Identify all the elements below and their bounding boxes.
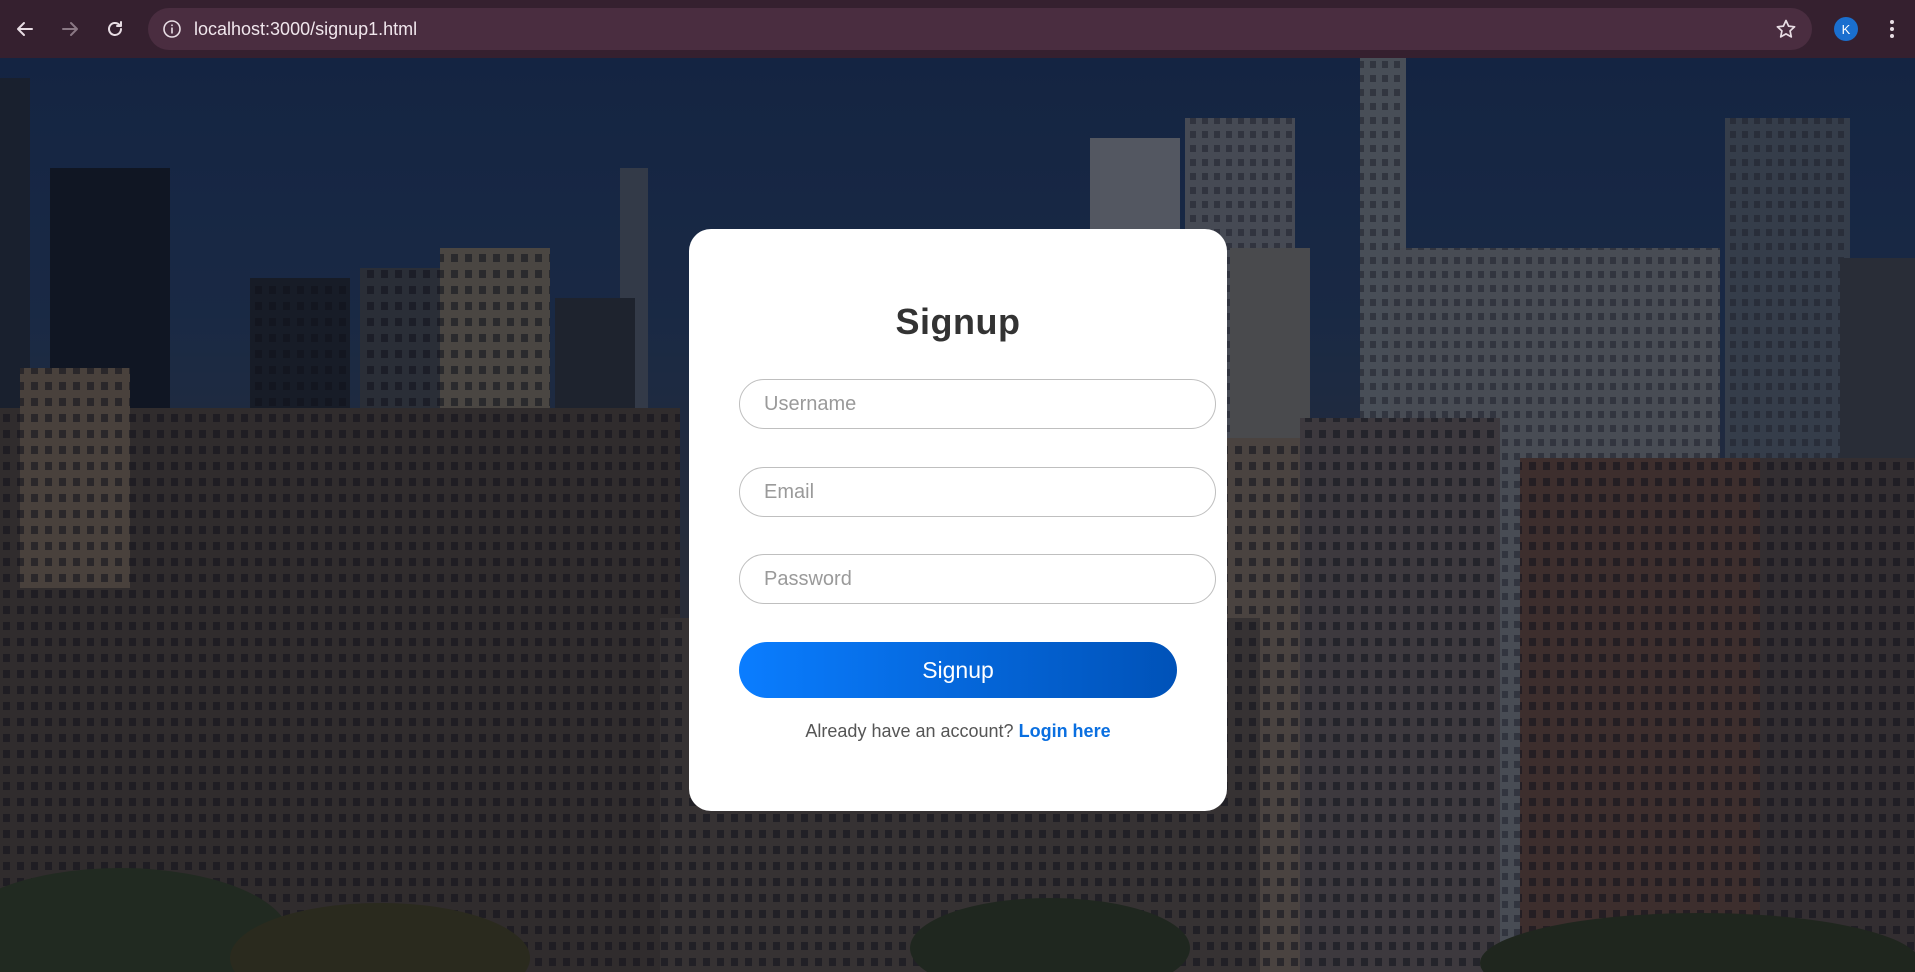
forward-button[interactable] bbox=[55, 14, 85, 44]
back-button[interactable] bbox=[10, 14, 40, 44]
forward-arrow-icon bbox=[62, 22, 78, 36]
browser-toolbar: localhost:3000/signup1.html K bbox=[0, 0, 1915, 58]
address-bar[interactable]: localhost:3000/signup1.html bbox=[148, 8, 1812, 50]
site-info-icon[interactable] bbox=[160, 17, 184, 41]
login-link[interactable]: Login here bbox=[1019, 721, 1111, 741]
more-menu-icon[interactable] bbox=[1880, 17, 1904, 41]
bookmark-star-icon[interactable] bbox=[1774, 17, 1798, 41]
profile-avatar[interactable]: K bbox=[1834, 17, 1858, 41]
url-text[interactable]: localhost:3000/signup1.html bbox=[194, 19, 417, 40]
reload-icon bbox=[108, 21, 122, 36]
reload-button[interactable] bbox=[100, 14, 130, 44]
login-prompt: Already have an account? Login here bbox=[689, 721, 1227, 742]
signup-title: Signup bbox=[895, 301, 1021, 342]
username-input[interactable] bbox=[739, 379, 1216, 429]
password-input[interactable] bbox=[739, 554, 1216, 604]
signup-button[interactable]: Signup bbox=[739, 642, 1177, 698]
email-input[interactable] bbox=[739, 467, 1216, 517]
back-arrow-icon bbox=[17, 22, 33, 36]
login-prompt-text: Already have an account? bbox=[805, 721, 1014, 741]
signup-card: Signup Signup Already have an account? L… bbox=[689, 229, 1227, 811]
